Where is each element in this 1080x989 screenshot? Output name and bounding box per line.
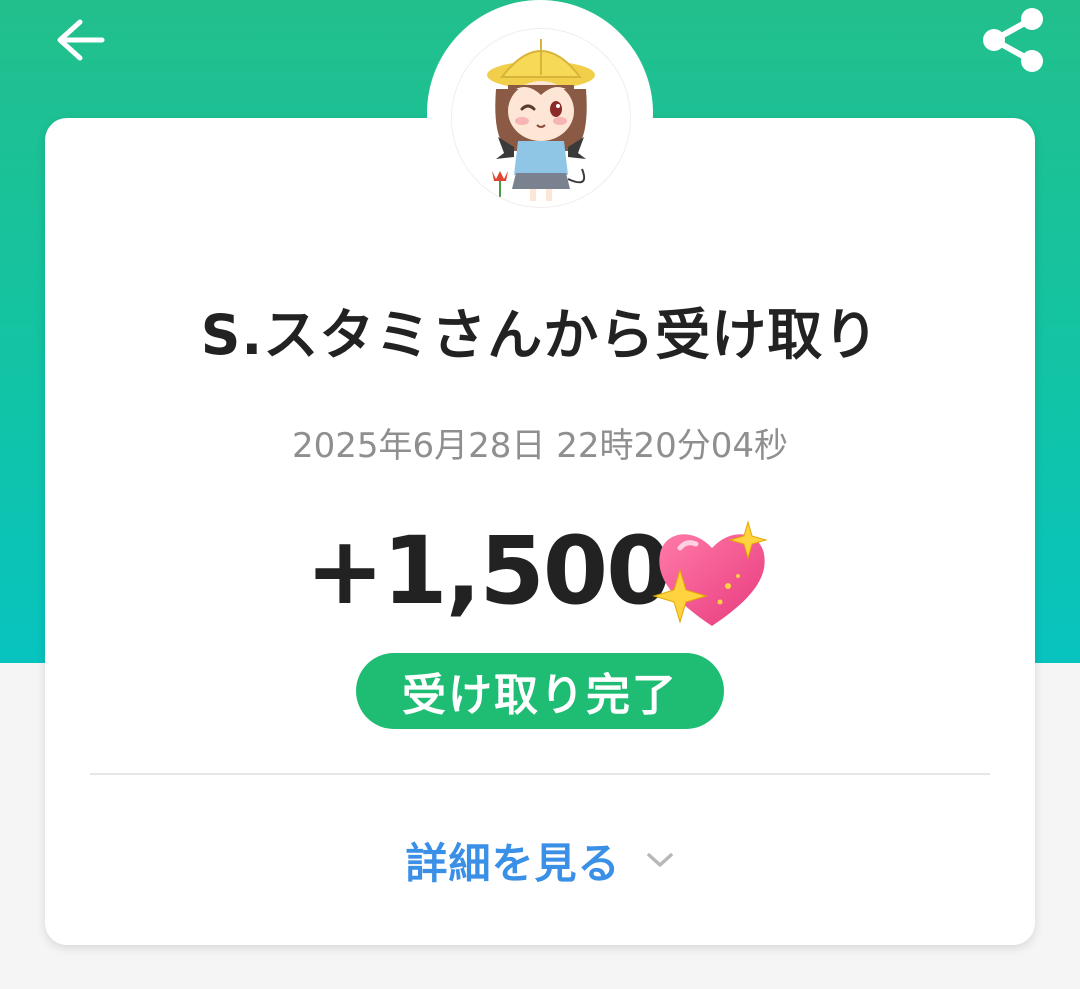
chevron-down-icon: [646, 853, 673, 867]
divider: [90, 773, 990, 775]
status-badge: 受け取り完了: [356, 653, 724, 729]
amount-value: +1,500: [305, 517, 671, 626]
share-button[interactable]: [968, 0, 1058, 80]
share-icon: [983, 8, 1043, 72]
page-title: S.スタミさんから受け取り: [200, 303, 880, 367]
arrow-left-icon: [57, 19, 105, 61]
view-details-button[interactable]: 詳細を見る: [390, 825, 690, 895]
avatar: [451, 28, 631, 208]
user-avatar-illustration: [487, 39, 595, 201]
sparkling-heart-icon: [651, 519, 768, 626]
transfer-timestamp: 2025年6月28日 22時20分04秒: [291, 426, 789, 466]
amount-row: +1,500: [0, 512, 1080, 632]
back-button[interactable]: [48, 10, 112, 70]
view-details-label: 詳細を見る: [405, 838, 621, 888]
